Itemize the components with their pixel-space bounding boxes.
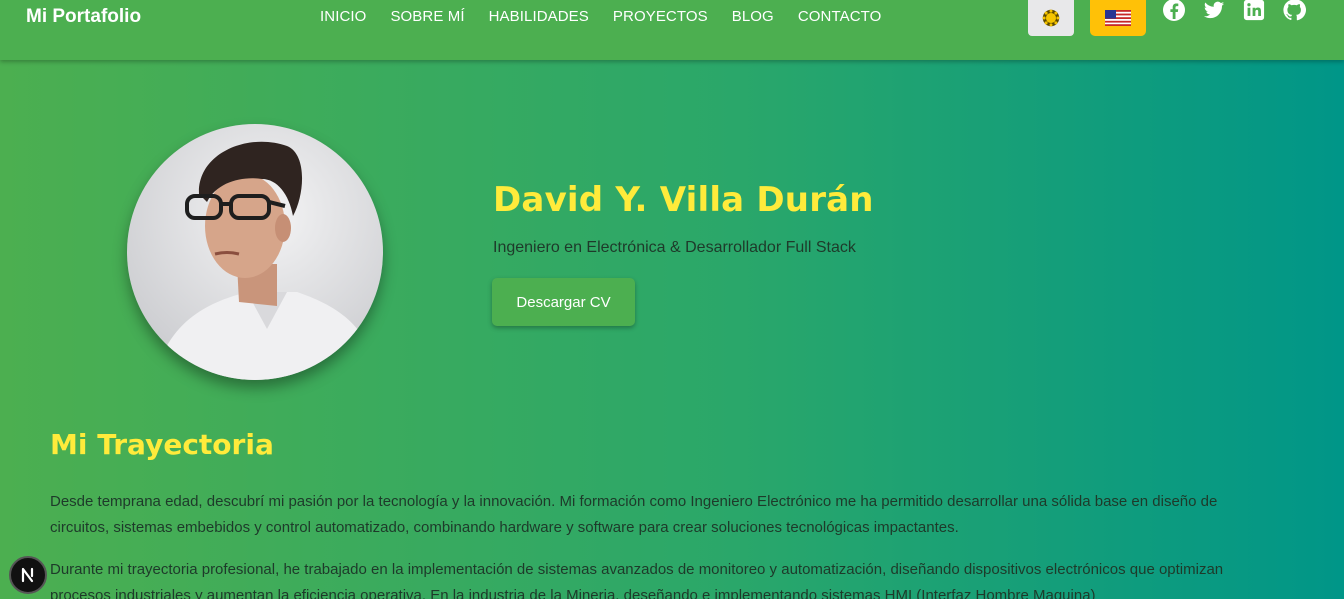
nextjs-logo-icon [21,567,34,583]
profile-photo [127,124,383,380]
brand-logo[interactable]: Mi Portafolio [26,6,141,28]
hero-role: Ingeniero en Electrónica & Desarrollador… [493,239,856,256]
us-flag-icon [1105,10,1131,26]
nav-link-blog[interactable]: BLOG [732,8,774,25]
github-icon[interactable] [1282,0,1306,21]
nav-link-sobre-mi[interactable]: SOBRE MÍ [390,8,464,25]
main-nav: INICIO SOBRE MÍ HABILIDADES PROYECTOS BL… [320,8,905,25]
nav-link-inicio[interactable]: INICIO [320,8,366,25]
twitter-icon[interactable] [1202,0,1226,20]
theme-toggle-button[interactable] [1028,0,1074,36]
download-cv-button[interactable]: Descargar CV [492,278,635,326]
navbar: Mi Portafolio INICIO SOBRE MÍ HABILIDADE… [0,0,1344,60]
nextjs-dev-badge[interactable] [9,556,47,594]
language-toggle-button[interactable] [1090,0,1146,36]
hero-name: David Y. Villa Durán [493,180,874,220]
section-title-trayectoria: Mi Trayectoria [50,428,274,461]
linkedin-icon[interactable] [1242,0,1266,21]
sun-icon [1042,9,1060,27]
nav-link-proyectos[interactable]: PROYECTOS [613,8,708,25]
nav-link-contacto[interactable]: CONTACTO [798,8,882,25]
trajectory-paragraph: Durante mi trayectoria profesional, he t… [50,561,1224,599]
social-links [1162,0,1322,21]
nav-link-habilidades[interactable]: HABILIDADES [489,8,589,25]
facebook-icon[interactable] [1162,0,1186,21]
trajectory-paragraph: Desde temprana edad, descubrí mi pasión … [50,493,1218,536]
